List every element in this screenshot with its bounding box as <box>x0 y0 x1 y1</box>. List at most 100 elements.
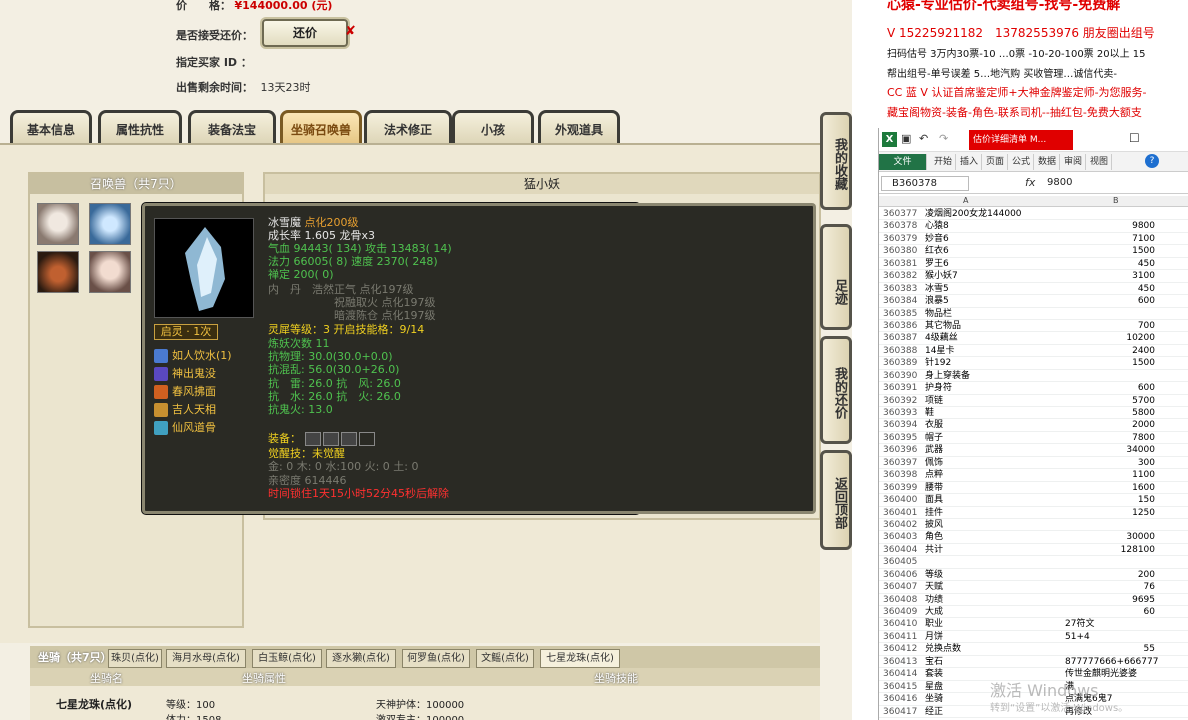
cell-b[interactable]: 1600 <box>1011 482 1155 494</box>
table-row[interactable]: 360404 共计 128100 <box>879 544 1188 557</box>
cell-b[interactable]: 9800 <box>1011 220 1155 232</box>
table-row[interactable]: 360411 月饼 51+4 <box>879 631 1188 644</box>
mount-tab-7[interactable]: 七星龙珠(点化) <box>540 649 620 668</box>
ribbon-tab-page[interactable]: 页面 <box>983 154 1009 170</box>
cell-a[interactable]: 佩饰 <box>925 457 943 469</box>
cell-b[interactable]: 450 <box>1011 258 1155 270</box>
tab-child[interactable]: 小孩 <box>452 110 534 144</box>
tab-basic[interactable]: 基本信息 <box>10 110 92 144</box>
table-row[interactable]: 360393 鞋 5800 <box>879 407 1188 420</box>
ribbon-tab-home[interactable]: 开始 <box>931 154 957 170</box>
table-row[interactable]: 360409 大成 60 <box>879 606 1188 619</box>
table-row[interactable]: 360389 针192 1500 <box>879 357 1188 370</box>
mount-tab-1[interactable]: 珠贝(点化) <box>108 649 162 668</box>
cell-a[interactable]: 身上穿装备 <box>925 370 970 382</box>
cell-a[interactable]: 星盘 <box>925 681 943 693</box>
function-icon[interactable]: fx <box>1025 176 1035 189</box>
ribbon-tab-file[interactable]: 文件 <box>879 154 927 170</box>
mount-tab-5[interactable]: 何罗鱼(点化) <box>402 649 470 668</box>
cell-b[interactable]: 10200 <box>1011 332 1155 344</box>
cell-b[interactable]: 128100 <box>1011 544 1155 556</box>
skill-4[interactable]: 吉人天相 <box>154 401 216 417</box>
cell-a[interactable]: 帽子 <box>925 432 943 444</box>
skill-1[interactable]: 如人饮水(1) <box>154 347 232 363</box>
equip-slot-1[interactable] <box>304 432 321 446</box>
summon-avatar-3[interactable] <box>37 251 79 293</box>
cell-b[interactable]: 200 <box>1011 569 1155 581</box>
tab-mount-summon[interactable]: 坐骑召唤兽 <box>280 110 362 144</box>
cell-a[interactable]: 罗王6 <box>925 258 949 270</box>
table-row[interactable]: 360391 护身符 600 <box>879 382 1188 395</box>
table-row[interactable]: 360377 凌烟阁200女龙144000 <box>879 208 1188 221</box>
cell-b[interactable]: 877777666+666777 <box>1065 656 1158 668</box>
cell-b[interactable]: 700 <box>1011 320 1155 332</box>
cell-b[interactable]: 30000 <box>1011 531 1155 543</box>
my-favorites-button[interactable]: 我的收藏 <box>820 112 852 210</box>
cell-a[interactable]: 4级藕丝 <box>925 332 958 344</box>
cell-b[interactable]: 9695 <box>1011 594 1155 606</box>
skill-3[interactable]: 春风拂面 <box>154 383 216 399</box>
cell-a[interactable]: 衣服 <box>925 419 943 431</box>
cell-a[interactable]: 其它物品 <box>925 320 961 332</box>
cell-a[interactable]: 坐骑 <box>925 693 943 705</box>
cell-a[interactable]: 点粹 <box>925 469 943 481</box>
cell-a[interactable]: 宝石 <box>925 656 943 668</box>
cell-b[interactable]: 2000 <box>1011 419 1155 431</box>
cell-b[interactable]: 60 <box>1011 606 1155 618</box>
cell-a[interactable]: 武器 <box>925 444 943 456</box>
ribbon-tab-data[interactable]: 数据 <box>1035 154 1061 170</box>
cell-a[interactable]: 兑换点数 <box>925 643 961 655</box>
equip-slot-4[interactable] <box>358 432 375 446</box>
table-row[interactable]: 360413 宝石 877777666+666777 <box>879 656 1188 669</box>
cell-b[interactable]: 7800 <box>1011 432 1155 444</box>
cell-a[interactable]: 面具 <box>925 494 943 506</box>
table-row[interactable]: 360392 项链 5700 <box>879 395 1188 407</box>
redo-icon[interactable]: ↷ <box>939 132 948 145</box>
col-a-header[interactable]: A <box>963 196 968 205</box>
ribbon-tab-insert[interactable]: 插入 <box>957 154 983 170</box>
table-row[interactable]: 360385 物品栏 <box>879 308 1188 320</box>
cell-a[interactable]: 凌烟阁200女龙144000 <box>925 208 1022 220</box>
table-row[interactable]: 360388 14星卡 2400 <box>879 345 1188 358</box>
cell-a[interactable]: 浪暴5 <box>925 295 949 307</box>
cell-a[interactable]: 鞋 <box>925 407 934 419</box>
table-row[interactable]: 360380 红衣6 1500 <box>879 245 1188 258</box>
cell-b[interactable]: 51+4 <box>1065 631 1090 643</box>
skill-2[interactable]: 神出鬼没 <box>154 365 216 381</box>
ribbon-tab-view[interactable]: 视图 <box>1087 154 1113 170</box>
counter-offer-button[interactable]: 还价 <box>262 19 348 47</box>
cell-a[interactable]: 套装 <box>925 668 943 680</box>
cell-b[interactable]: 600 <box>1011 382 1155 394</box>
col-b-header[interactable]: B <box>1113 196 1119 205</box>
tab-attributes[interactable]: 属性抗性 <box>98 110 182 144</box>
cell-b[interactable]: 450 <box>1011 283 1155 295</box>
cell-a[interactable]: 14星卡 <box>925 345 954 357</box>
cell-a[interactable]: 月饼 <box>925 631 943 643</box>
cell-a[interactable]: 妙音6 <box>925 233 949 245</box>
mount-tab-2[interactable]: 海月水母(点化) <box>166 649 246 668</box>
table-row[interactable]: 360390 身上穿装备 <box>879 370 1188 383</box>
cell-a[interactable]: 披风 <box>925 519 943 531</box>
table-row[interactable]: 360408 功绩 9695 <box>879 594 1188 606</box>
name-box[interactable]: B360378 <box>881 176 969 191</box>
back-to-top-button[interactable]: 返回顶部 <box>820 450 852 550</box>
cell-b[interactable]: 34000 <box>1011 444 1155 456</box>
cell-b[interactable]: 300 <box>1011 457 1155 469</box>
table-row[interactable]: 360378 心猿8 9800 <box>879 220 1188 233</box>
table-row[interactable]: 360395 帽子 7800 <box>879 432 1188 445</box>
cell-a[interactable]: 腰带 <box>925 482 943 494</box>
mount-tab-4[interactable]: 逐水獭(点化) <box>326 649 396 668</box>
cell-a[interactable]: 心猿8 <box>925 220 949 232</box>
mount-tab-3[interactable]: 白玉鲸(点化) <box>252 649 322 668</box>
cell-a[interactable]: 职业 <box>925 618 943 630</box>
summon-avatar-4[interactable] <box>89 251 131 293</box>
table-row[interactable]: 360383 冰雪5 450 <box>879 283 1188 296</box>
equip-slot-3[interactable] <box>340 432 357 446</box>
ribbon-tab-formula[interactable]: 公式 <box>1009 154 1035 170</box>
table-row[interactable]: 360406 等级 200 <box>879 569 1188 582</box>
cell-b[interactable]: 76 <box>1011 581 1155 593</box>
table-row[interactable]: 360381 罗王6 450 <box>879 258 1188 271</box>
cell-a[interactable]: 大成 <box>925 606 943 618</box>
table-row[interactable]: 360386 其它物品 700 <box>879 320 1188 333</box>
table-row[interactable]: 360407 天赋 76 <box>879 581 1188 594</box>
